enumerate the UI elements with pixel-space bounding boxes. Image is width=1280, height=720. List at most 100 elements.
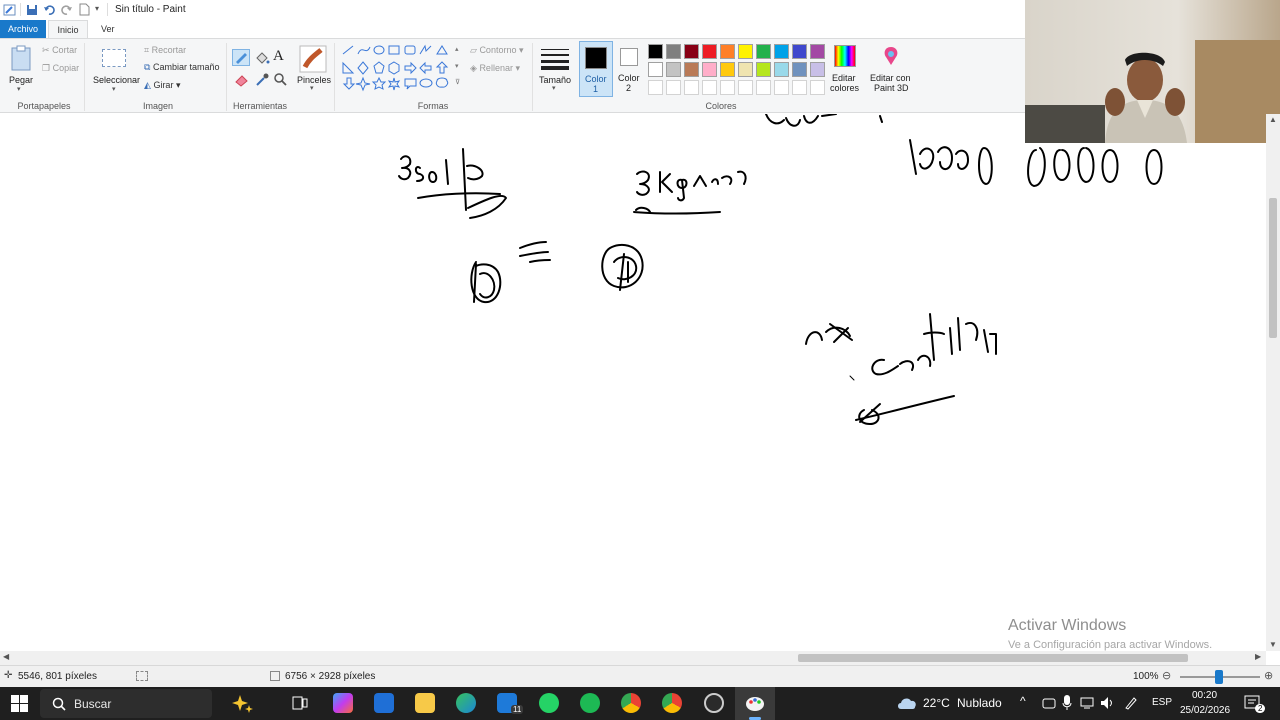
fill-bucket-icon[interactable]	[254, 50, 270, 66]
palette-custom-swatch[interactable]	[648, 80, 663, 95]
palette-swatch[interactable]	[666, 62, 681, 77]
cut-button[interactable]: ✂ Cortar	[42, 45, 77, 56]
palette-swatch[interactable]	[756, 62, 771, 77]
tray-app-icon[interactable]	[1042, 696, 1056, 710]
palette-custom-swatch[interactable]	[810, 80, 825, 95]
palette-custom-swatch[interactable]	[756, 80, 771, 95]
scroll-right-icon[interactable]: ▶	[1255, 652, 1261, 661]
color-picker-icon[interactable]	[254, 72, 270, 88]
palette-custom-swatch[interactable]	[702, 80, 717, 95]
text-tool-icon[interactable]: A	[273, 48, 284, 65]
palette-swatch[interactable]	[810, 62, 825, 77]
volume-icon[interactable]	[1100, 696, 1116, 710]
palette-custom-swatch[interactable]	[684, 80, 699, 95]
shapes-scroll-down-icon[interactable]: ▾	[455, 62, 459, 70]
clock-date[interactable]: 25/02/2026	[1180, 705, 1230, 716]
palette-swatch[interactable]	[684, 44, 699, 59]
color1-button[interactable]: Color 1	[579, 41, 613, 97]
scroll-up-icon[interactable]: ▲	[1269, 115, 1277, 124]
palette-swatch[interactable]	[738, 62, 753, 77]
crop-button[interactable]: ⌗ Recortar	[144, 45, 186, 56]
palette-custom-swatch[interactable]	[720, 80, 735, 95]
save-icon[interactable]	[26, 4, 38, 16]
paint-taskbar-active[interactable]	[735, 687, 775, 720]
shapes-scroll-up-icon[interactable]: ▴	[455, 45, 459, 53]
drawing-canvas[interactable]: Activar Windows Ve a Configuración para …	[0, 114, 1266, 651]
select-button[interactable]: Seleccionar ▾	[90, 41, 140, 97]
tab-ver[interactable]: Ver	[93, 20, 123, 38]
palette-swatch[interactable]	[666, 44, 681, 59]
outlook-icon[interactable]	[374, 693, 394, 713]
zoom-out-icon[interactable]: ⊖	[1162, 669, 1171, 682]
chrome-profile-icon[interactable]	[662, 693, 682, 713]
spotify-icon[interactable]	[580, 693, 600, 713]
palette-swatch[interactable]	[702, 44, 717, 59]
color2-button[interactable]: Color 2	[613, 41, 647, 97]
palette-custom-swatch[interactable]	[774, 80, 789, 95]
magnifier-icon[interactable]	[273, 72, 288, 87]
palette-swatch[interactable]	[648, 44, 663, 59]
horizontal-scrollbar[interactable]: ◀ ▶	[0, 651, 1266, 665]
palette-swatch[interactable]	[810, 44, 825, 59]
vertical-scrollbar[interactable]: ▲ ▼	[1266, 114, 1280, 651]
group-label-colores: Colores	[705, 101, 737, 111]
zoom-slider-thumb[interactable]	[1215, 670, 1223, 684]
microphone-icon[interactable]	[1062, 695, 1072, 711]
chrome-icon[interactable]	[621, 693, 641, 713]
palette-swatch[interactable]	[720, 44, 735, 59]
palette-custom-swatch[interactable]	[792, 80, 807, 95]
edge-browser-icon[interactable]	[456, 693, 476, 713]
palette-swatch[interactable]	[774, 62, 789, 77]
horizontal-scroll-thumb[interactable]	[798, 654, 1188, 662]
palette-swatch[interactable]	[720, 62, 735, 77]
palette-swatch[interactable]	[738, 44, 753, 59]
palette-custom-swatch[interactable]	[666, 80, 681, 95]
pen-input-icon[interactable]	[1124, 696, 1138, 710]
resize-button[interactable]: ⧉ Cambiar tamaño	[144, 62, 219, 73]
scroll-left-icon[interactable]: ◀	[3, 652, 9, 661]
vertical-scroll-thumb[interactable]	[1269, 198, 1277, 338]
palette-swatch[interactable]	[684, 62, 699, 77]
pencil-tool-button[interactable]	[232, 49, 250, 66]
zoom-in-icon[interactable]: ⊕	[1264, 669, 1273, 682]
edit-colors-button[interactable]: Editar colores	[828, 43, 862, 97]
palette-custom-swatch[interactable]	[738, 80, 753, 95]
rotate-button[interactable]: ◭ Girar ▾	[144, 80, 180, 91]
palette-swatch[interactable]	[774, 44, 789, 59]
undo-icon[interactable]	[43, 4, 55, 16]
cloud-weather-icon[interactable]	[896, 695, 918, 711]
clock-time[interactable]: 00:20	[1192, 690, 1217, 701]
language-indicator[interactable]: ESP	[1152, 697, 1172, 708]
copilot-app-icon[interactable]	[333, 693, 353, 713]
shapes-gallery[interactable]	[340, 44, 464, 96]
redo-icon[interactable]	[61, 4, 73, 16]
paste-button[interactable]: Pegar ▾	[6, 41, 36, 97]
shapes-expand-icon[interactable]: ⊽	[455, 78, 460, 86]
tray-expand-icon[interactable]: ^	[1020, 694, 1026, 708]
paint3d-button[interactable]: Editar con Paint 3D	[866, 43, 916, 97]
copilot-sparkle-icon[interactable]	[228, 693, 254, 713]
outline-button[interactable]: ▱ Contorno ▾	[470, 45, 524, 56]
palette-swatch[interactable]	[756, 44, 771, 59]
fill-button[interactable]: ◈ Rellenar ▾	[470, 63, 520, 74]
palette-swatch[interactable]	[792, 44, 807, 59]
new-file-icon[interactable]	[79, 3, 90, 16]
copy-button[interactable]: ❐ Copiar	[42, 63, 79, 74]
task-view-icon[interactable]	[292, 696, 308, 710]
tab-inicio[interactable]: Inicio	[48, 20, 88, 38]
eraser-icon[interactable]	[234, 73, 250, 87]
file-explorer-icon[interactable]	[415, 693, 435, 713]
search-box[interactable]: Buscar	[40, 689, 212, 718]
palette-swatch[interactable]	[702, 62, 717, 77]
whatsapp-icon[interactable]	[539, 693, 559, 713]
scroll-down-icon[interactable]: ▼	[1269, 640, 1277, 649]
palette-swatch[interactable]	[792, 62, 807, 77]
size-button[interactable]: Tamaño ▾	[538, 43, 572, 97]
quick-access-dropdown-icon[interactable]: ▾	[95, 4, 99, 13]
palette-swatch[interactable]	[648, 62, 663, 77]
network-icon[interactable]	[1080, 696, 1096, 710]
brushes-button[interactable]: Pinceles ▾	[296, 43, 331, 97]
recording-app-icon[interactable]	[704, 693, 724, 713]
tab-archivo[interactable]: Archivo	[0, 20, 46, 38]
windows-start-icon[interactable]	[11, 695, 28, 712]
